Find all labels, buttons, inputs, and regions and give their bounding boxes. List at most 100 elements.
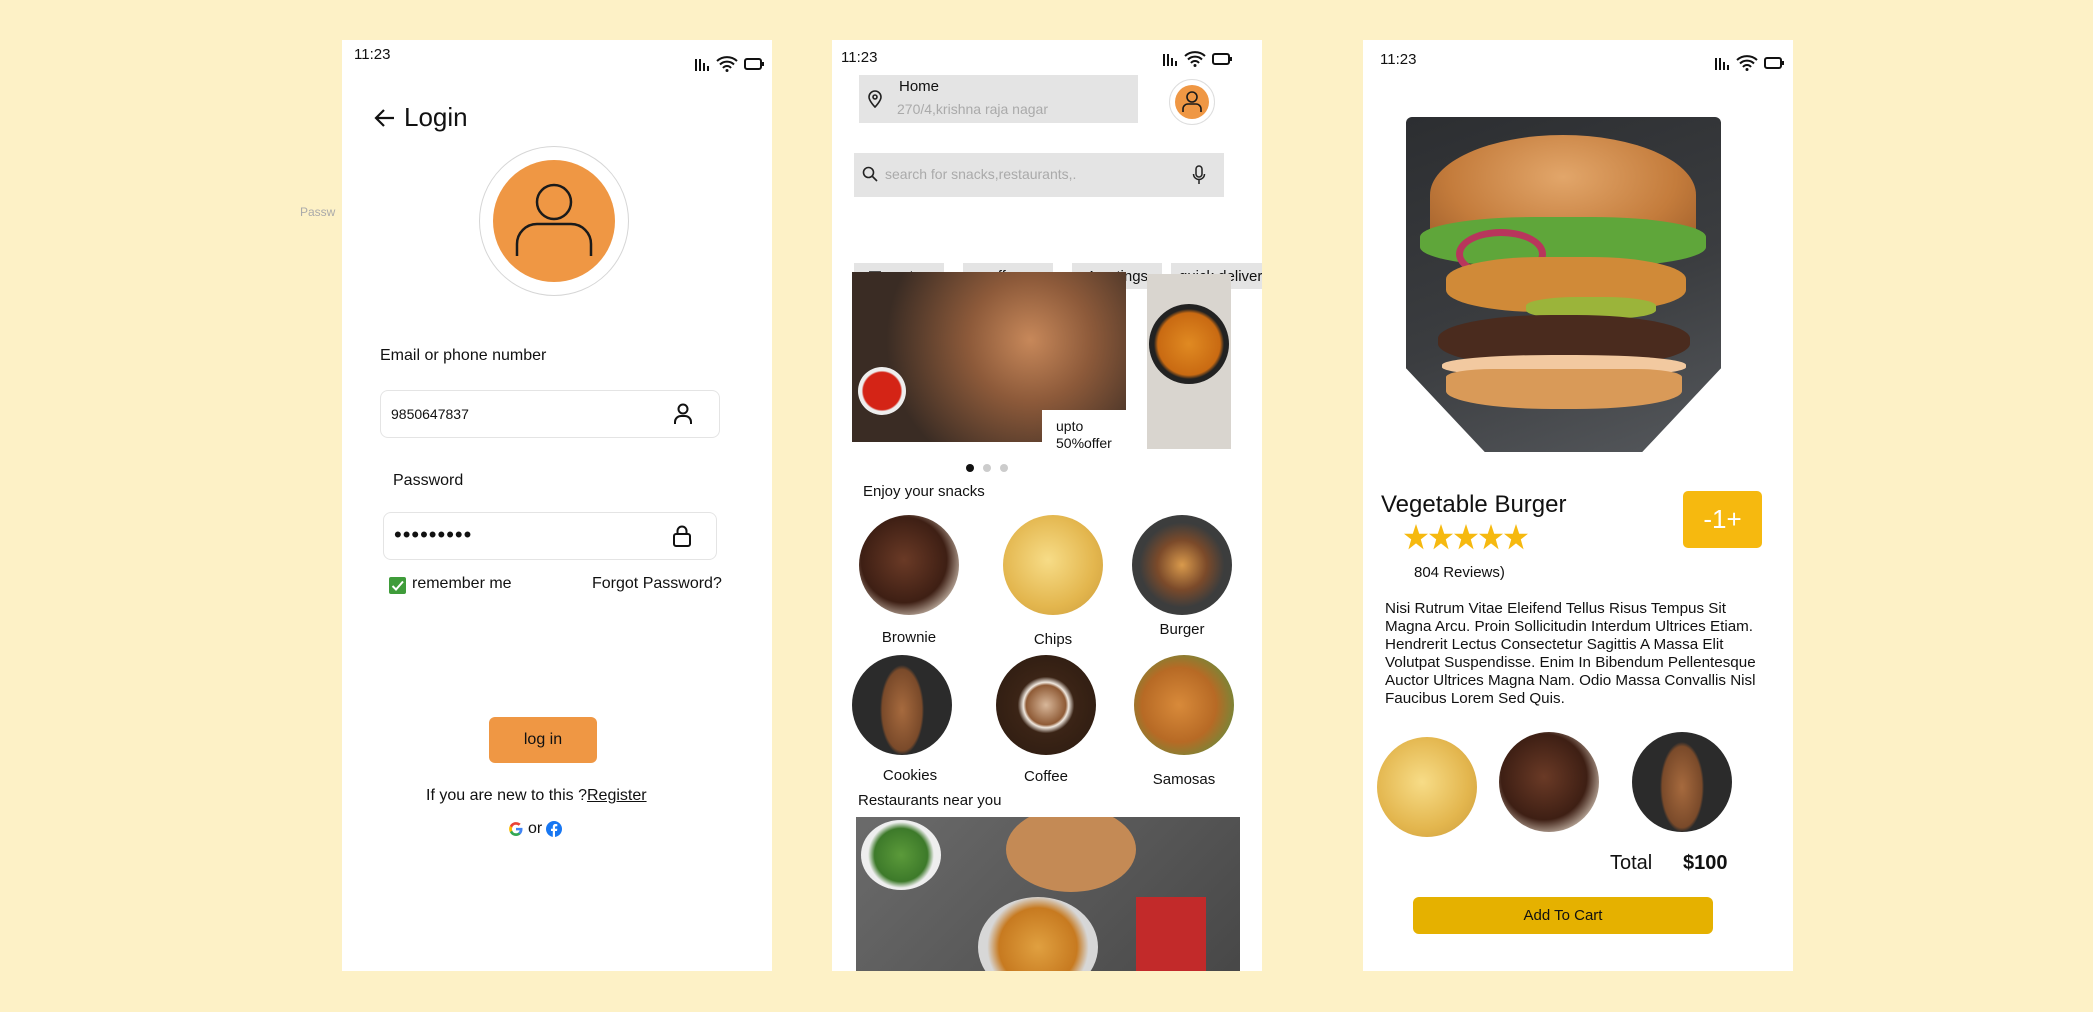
stray-password-label: Passw (300, 205, 336, 219)
wifi-icon (716, 56, 738, 72)
snack-burger-image[interactable] (1132, 515, 1232, 615)
email-field[interactable]: 9850647837 (380, 390, 720, 438)
lock-icon (673, 525, 691, 547)
or-label: or (528, 820, 543, 837)
related-chips-image[interactable] (1377, 737, 1477, 837)
status-icons (695, 56, 764, 72)
avatar[interactable] (479, 146, 629, 296)
star-icon (1479, 524, 1503, 550)
login-button-label: log in (523, 731, 563, 748)
carousel-dot-active[interactable] (966, 464, 974, 472)
location-pin-icon (868, 90, 882, 108)
user-icon (515, 183, 593, 256)
snack-label: Chips (1033, 631, 1073, 648)
check-icon (391, 580, 404, 591)
rating-stars (1404, 523, 1528, 553)
user-icon (1182, 91, 1202, 112)
status-time: 11:23 (1380, 51, 1417, 68)
dish-bowl (1149, 304, 1229, 384)
email-label: Email or phone number (380, 347, 547, 364)
offer-text: upto 50%offer (1056, 418, 1112, 451)
carousel-dot[interactable] (983, 464, 991, 472)
location-selector[interactable]: Home 270/4,krishna raja nagar (859, 75, 1138, 123)
profile-avatar-button[interactable] (1169, 79, 1215, 125)
snack-chips-image[interactable] (1003, 515, 1103, 615)
email-value: 9850647837 (391, 406, 469, 422)
signal-icon (1163, 54, 1177, 66)
product-description: Nisi Rutrum Vitae Eleifend Tellus Risus … (1385, 600, 1756, 707)
related-cookies-image[interactable] (1632, 732, 1732, 832)
snacks-heading: Enjoy your snacks (863, 483, 985, 500)
star-icon (1504, 524, 1528, 550)
search-icon (862, 166, 878, 182)
status-icons (1715, 55, 1784, 71)
snack-label: Brownie (881, 629, 937, 646)
register-row: If you are new to this ?Register (426, 787, 647, 805)
snack-cookies-image[interactable] (852, 655, 952, 755)
quantity-label: -1+ (1703, 504, 1742, 534)
wifi-icon (1736, 55, 1758, 71)
star-icon (1454, 524, 1478, 550)
related-brownie-image[interactable] (1499, 732, 1599, 832)
signal-icon (1715, 58, 1729, 70)
carousel-dot[interactable] (1000, 464, 1008, 472)
forgot-password-link[interactable]: Forgot Password? (592, 575, 722, 593)
home-screen: 11:23 Home 270/4,krishna raja nagar sear… (832, 40, 1262, 971)
password-label: Password (393, 472, 464, 489)
location-address: 270/4,krishna raja nagar (897, 101, 1048, 117)
register-link[interactable]: Register (587, 787, 647, 804)
product-name: Vegetable Burger (1381, 491, 1567, 518)
bun-bottom (1446, 369, 1682, 409)
profile-avatar-circle (1175, 85, 1209, 119)
restaurant-image[interactable] (856, 817, 1240, 971)
snack-coffee-image[interactable] (996, 655, 1096, 755)
carousel-dots[interactable] (966, 464, 1008, 472)
register-prompt: If you are new to this ? (426, 787, 587, 804)
social-login-row: or (508, 820, 563, 838)
offer-banner-image-2[interactable] (1147, 274, 1231, 449)
avatar-circle (493, 160, 615, 282)
remember-label: remember me (412, 575, 512, 592)
facebook-icon[interactable] (546, 821, 563, 837)
person-icon (674, 403, 692, 424)
restaurants-heading: Restaurants near you (858, 792, 1002, 809)
microphone-icon[interactable] (1192, 165, 1206, 185)
fritter-plate (978, 897, 1098, 971)
sauce-bowl (858, 367, 906, 415)
red-napkin (1136, 897, 1206, 971)
product-detail-screen: 11:23 Vegetable Burger -1+ 804 Reviews) … (1363, 40, 1793, 971)
snack-brownie-image[interactable] (859, 515, 959, 615)
snack-label: Burger (1159, 621, 1205, 638)
signal-icon (695, 59, 709, 71)
search-input[interactable]: search for snacks,restaurants,. (885, 166, 1076, 182)
battery-icon (1764, 57, 1784, 69)
total-value: $100 (1683, 852, 1728, 874)
snack-label: Samosas (1152, 771, 1216, 788)
google-icon[interactable] (508, 821, 524, 837)
status-time: 11:23 (354, 46, 391, 63)
add-to-cart-label: Add To Cart (1523, 907, 1603, 924)
add-to-cart-button[interactable]: Add To Cart (1413, 897, 1713, 934)
snack-label: Cookies (882, 767, 938, 784)
total-label: Total (1610, 852, 1653, 874)
wifi-icon (1184, 51, 1206, 67)
snack-label: Coffee (1024, 768, 1068, 785)
login-button[interactable]: log in (489, 717, 597, 763)
back-arrow-icon[interactable] (374, 108, 396, 128)
password-field[interactable]: ••••••••• (383, 512, 717, 560)
salad-plate (861, 820, 941, 890)
offer-banner-image[interactable] (852, 272, 1126, 442)
quantity-stepper[interactable]: -1+ (1683, 491, 1762, 548)
battery-icon (1212, 53, 1232, 65)
remember-checkbox[interactable] (389, 577, 406, 594)
status-icons (1163, 51, 1232, 67)
product-image (1406, 117, 1721, 452)
page-title: Login (404, 102, 468, 132)
location-title: Home (899, 78, 940, 95)
search-bar[interactable]: search for snacks,restaurants,. (854, 153, 1224, 197)
snack-samosas-image[interactable] (1134, 655, 1234, 755)
login-screen: 11:23 Login Email or phone number 985064… (342, 40, 772, 971)
status-time: 11:23 (841, 49, 878, 66)
star-icon (1404, 524, 1428, 550)
battery-icon (744, 58, 764, 70)
